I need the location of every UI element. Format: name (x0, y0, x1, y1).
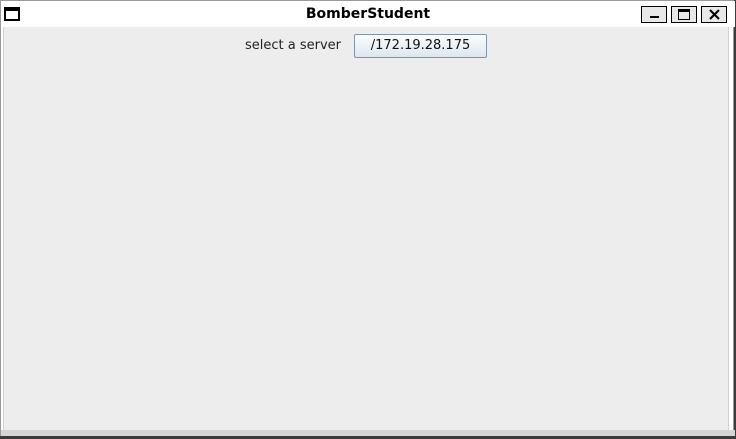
minimize-button[interactable] (641, 6, 667, 23)
server-button[interactable]: /172.19.28.175 (354, 34, 487, 58)
content-panel: select a server /172.19.28.175 (3, 27, 729, 430)
maximize-icon (678, 9, 690, 20)
server-label: select a server (245, 38, 342, 53)
app-window: BomberStudent select a server /172.19.28… (0, 0, 735, 436)
close-button[interactable] (701, 6, 727, 23)
window-bottom-border (1, 430, 735, 436)
server-select-row: select a server /172.19.28.175 (4, 34, 728, 58)
window-title: BomberStudent (305, 6, 431, 22)
maximize-button[interactable] (671, 6, 697, 23)
title-bar[interactable]: BomberStudent (1, 1, 735, 27)
close-icon (709, 9, 720, 20)
minimize-icon (650, 16, 659, 18)
